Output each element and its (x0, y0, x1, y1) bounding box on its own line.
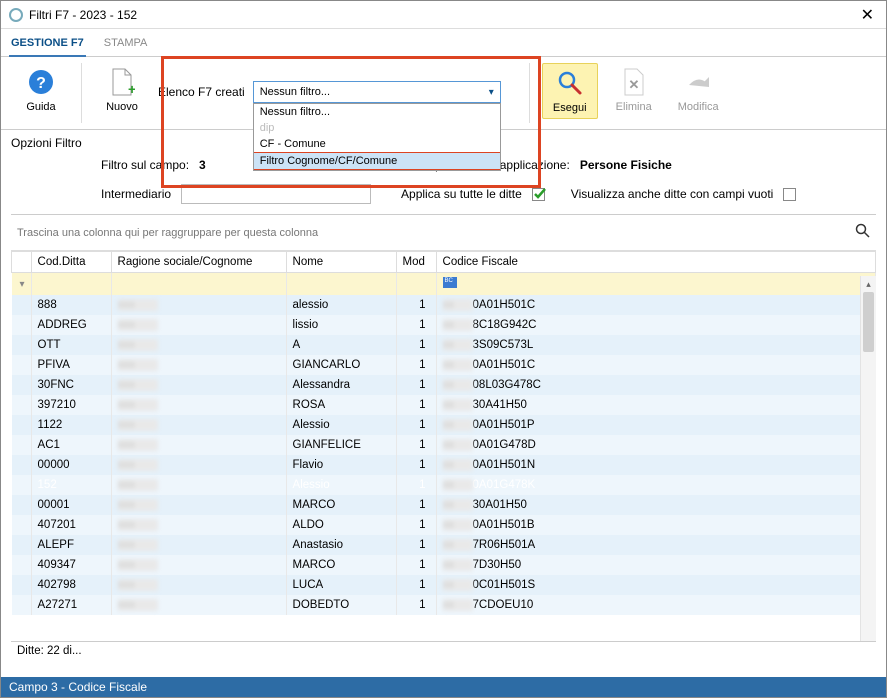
vertical-scrollbar[interactable]: ▴ (860, 276, 876, 641)
intermediario-label: Intermediario (101, 187, 171, 201)
visualizza-checkbox[interactable] (783, 188, 796, 201)
applica-checkbox[interactable] (532, 188, 545, 201)
app-icon (9, 8, 23, 22)
guida-button[interactable]: ? Guida (13, 63, 69, 117)
dropdown-item[interactable]: Nessun filtro... (254, 104, 500, 120)
table-row[interactable]: AC1xxxGIANFELICE1xx0A01G478D (12, 435, 876, 455)
table-row[interactable]: 888xxxalessio1xx0A01H501C (12, 295, 876, 315)
applica-label: Applica su tutte le ditte (401, 187, 522, 201)
col-header-ragione[interactable]: Ragione sociale/Cognome (111, 252, 286, 273)
svg-text:?: ? (36, 75, 46, 92)
dropdown-item[interactable]: CF - Comune (254, 136, 500, 152)
table-row[interactable]: 1122xxxAlessio1xx0A01H501P (12, 415, 876, 435)
table-row[interactable]: 30FNCxxxAlessandra1xx08L03G478C (12, 375, 876, 395)
modifica-button[interactable]: Modifica (670, 63, 727, 117)
data-grid: Cod.Ditta Ragione sociale/Cognome Nome M… (11, 251, 876, 641)
dropdown-item[interactable]: Filtro Cognome/CF/Comune (254, 152, 500, 170)
group-placeholder: Trascina una colonna qui per raggruppare… (17, 227, 318, 239)
dropdown-item[interactable]: dip (254, 120, 500, 136)
col-header-cod[interactable]: Cod.Ditta (31, 252, 111, 273)
statusbar: Campo 3 - Codice Fiscale (1, 677, 886, 697)
window-title: Filtri F7 - 2023 - 152 (29, 8, 857, 22)
search-icon[interactable] (855, 223, 870, 242)
table-row[interactable]: 409347xxxMARCO1xx7D30H50 (12, 555, 876, 575)
group-by-bar[interactable]: Trascina una colonna qui per raggruppare… (11, 215, 876, 251)
visualizza-label: Visualizza anche ditte con campi vuoti (571, 187, 774, 201)
grid-area: Trascina una colonna qui per raggruppare… (11, 214, 876, 660)
table-row[interactable]: ALEPFxxxAnastasio1xx7R06H501A (12, 535, 876, 555)
guida-label: Guida (26, 101, 55, 113)
elimina-button[interactable]: ✕ Elimina (606, 63, 662, 117)
nuovo-label: Nuovo (106, 101, 138, 113)
indicator-col (12, 252, 32, 273)
table-row[interactable]: 152xxxAlessio1xx0A01G478K (12, 475, 876, 495)
filter-row[interactable]: ▾ (12, 273, 876, 295)
table-row[interactable]: 00000xxxFlavio1xx0A01H501N (12, 455, 876, 475)
col-header-nome[interactable]: Nome (286, 252, 396, 273)
svg-text:+: + (128, 81, 135, 97)
col-header-cf[interactable]: Codice Fiscale (436, 252, 875, 273)
tab-gestione[interactable]: GESTIONE F7 (9, 33, 86, 57)
chevron-down-icon: ▾ (489, 87, 494, 98)
table-row[interactable]: PFIVAxxxGIANCARLO1xx0A01H501C (12, 355, 876, 375)
filtro-campo-label: Filtro sul campo: (101, 158, 189, 172)
table-row[interactable]: OTTxxxA1xx3S09C573L (12, 335, 876, 355)
titlebar: Filtri F7 - 2023 - 152 ✕ (1, 1, 886, 29)
table-row[interactable]: ADDREGxxxlissio1xx8C18G942C (12, 315, 876, 335)
ribbon: ? Guida + Nuovo Elenco F7 creati Nessun … (1, 57, 886, 130)
table-row[interactable]: A27271xxxDOBEDTO1xx7CDOEU10 (12, 595, 876, 615)
esegui-button[interactable]: Esegui (542, 63, 598, 119)
grid-footer: Ditte: 22 di... (11, 641, 876, 660)
table-row[interactable]: 397210xxxROSA1xx30A41H50 (12, 395, 876, 415)
help-icon: ? (26, 67, 56, 97)
redo-icon (683, 67, 713, 97)
applicazione-value: Persone Fisiche (580, 158, 672, 172)
search-icon (555, 68, 585, 98)
scroll-thumb[interactable] (863, 292, 874, 352)
dropdown-list: Nessun filtro... dip CF - Comune Filtro … (253, 103, 501, 171)
tab-stampa[interactable]: STAMPA (102, 33, 150, 56)
scroll-up-icon[interactable]: ▴ (861, 276, 876, 292)
elenco-label: Elenco F7 creati (158, 85, 245, 99)
elimina-label: Elimina (616, 101, 652, 113)
close-icon[interactable]: ✕ (857, 5, 878, 25)
nuovo-button[interactable]: + Nuovo (94, 63, 150, 117)
modifica-label: Modifica (678, 101, 719, 113)
filtro-campo-value: 3 (199, 158, 206, 172)
tabstrip: GESTIONE F7 STAMPA (1, 29, 886, 57)
applicazione-label: applicazione: (500, 158, 570, 172)
delete-file-icon: ✕ (619, 67, 649, 97)
options-row-2: Intermediario Applica su tutte le ditte … (1, 182, 886, 206)
filter-flag-icon (443, 277, 457, 288)
svg-text:✕: ✕ (628, 77, 639, 92)
filter-dropdown[interactable]: Nessun filtro... ▾ Nessun filtro... dip … (253, 81, 501, 103)
funnel-icon: ▾ (20, 279, 25, 290)
new-file-icon: + (107, 67, 137, 97)
dropdown-selected: Nessun filtro... (260, 86, 330, 98)
col-header-mod[interactable]: Mod (396, 252, 436, 273)
esegui-label: Esegui (553, 102, 587, 114)
header-row: Cod.Ditta Ragione sociale/Cognome Nome M… (12, 252, 876, 273)
intermediario-input[interactable] (181, 184, 371, 204)
table-row[interactable]: 00001xxxMARCO1xx30A01H50 (12, 495, 876, 515)
table-row[interactable]: 402798xxxLUCA1xx0C01H501S (12, 575, 876, 595)
table-row[interactable]: 407201xxxALDO1xx0A01H501B (12, 515, 876, 535)
